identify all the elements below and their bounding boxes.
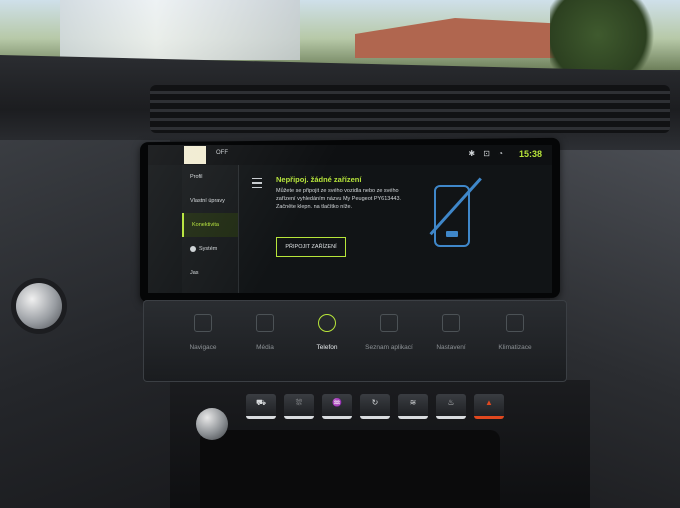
touchbar-item-label: Telefon xyxy=(316,344,338,351)
hazard-icon: ▲ xyxy=(485,398,493,407)
touchbar-item-climate[interactable]: Klimatizace xyxy=(485,314,545,351)
steering-column-knob xyxy=(16,283,62,329)
clock: 15:38 xyxy=(518,149,542,159)
connect-device-button[interactable]: PŘIPOJIT ZAŘÍZENÍ xyxy=(276,237,346,257)
message-title: Nepřipoj. žádné zařízení xyxy=(276,175,362,184)
gear-icon xyxy=(190,245,196,252)
touchbar-item-settings[interactable]: Nastavení xyxy=(421,314,481,351)
storage-tray xyxy=(200,430,500,508)
hamburger-menu-icon[interactable] xyxy=(252,178,262,188)
touchbar-item-label: Média xyxy=(256,344,274,351)
touchbar-item-phone[interactable]: Telefon xyxy=(297,314,357,351)
message-body: Můžete se připojit ze svého vozidla nebo… xyxy=(276,188,402,210)
settings-sidebar: Profil Vlastní úpravy Konektivita Systém… xyxy=(182,165,239,293)
tree xyxy=(550,0,670,70)
apps-icon xyxy=(380,314,398,332)
navigation-arrow-icon xyxy=(194,314,212,332)
sidebar-item-label: Vlastní úpravy xyxy=(190,198,225,204)
touchbar-item-media[interactable]: Média xyxy=(235,314,295,351)
touch-bar: Navigace Média Telefon Seznam aplikací N… xyxy=(143,300,567,382)
car-icon: ⛟ xyxy=(255,398,267,407)
heated-seat-icon: ♨ xyxy=(447,398,455,407)
hazard-button[interactable]: ▲ xyxy=(474,394,504,419)
infotainment-screen: OFF ✱ ⊡ ◔ 15:38 Profil Vlastní úpravy Ko… xyxy=(148,145,552,293)
sidebar-item-label: Konektivita xyxy=(192,222,219,228)
sidebar-item-label: Jas xyxy=(190,270,199,276)
touchbar-item-label: Nastavení xyxy=(436,344,466,351)
status-icons: ✱ ⊡ ◔ xyxy=(468,149,506,158)
recirculation-icon: ↻ xyxy=(371,398,379,407)
heated-seat-button[interactable]: ♨ xyxy=(436,394,466,419)
heated-window-icon: ≋ xyxy=(409,398,417,407)
sidebar-item-brightness[interactable]: Jas xyxy=(182,261,238,285)
sidebar-item-label: Profil xyxy=(190,174,203,180)
rear-defrost-icon: ⛆ xyxy=(295,398,303,407)
sidebar-item-connectivity[interactable]: Konektivita xyxy=(182,213,238,237)
recirculation-button[interactable]: ↻ xyxy=(360,394,390,419)
climate-icon xyxy=(506,314,524,332)
music-icon xyxy=(256,314,274,332)
sidebar-item-label: Systém xyxy=(199,246,218,252)
front-defrost-icon: ♒ xyxy=(332,398,342,407)
touchbar-item-label: Klimatizace xyxy=(498,344,532,351)
sidebar-item-system[interactable]: Systém xyxy=(182,237,238,261)
front-defrost-button[interactable]: ♒ xyxy=(322,394,352,419)
status-bar: OFF ✱ ⊡ ◔ 15:38 xyxy=(148,145,552,165)
air-vent xyxy=(150,85,670,133)
touchbar-item-apps[interactable]: Seznam aplikací xyxy=(359,314,419,351)
car-button[interactable]: ⛟ xyxy=(246,394,276,419)
sidebar-item-profile[interactable]: Profil xyxy=(182,165,238,189)
volume-knob[interactable] xyxy=(196,408,228,440)
heated-window-button[interactable]: ≋ xyxy=(398,394,428,419)
sidebar-item-customization[interactable]: Vlastní úpravy xyxy=(182,189,238,213)
status-off-label: OFF xyxy=(216,150,228,156)
glare-patch xyxy=(184,146,206,164)
touchbar-item-navigation[interactable]: Navigace xyxy=(173,314,233,351)
phone-icon xyxy=(318,314,336,332)
touchbar-item-label: Seznam aplikací xyxy=(365,344,413,351)
touchbar-item-label: Navigace xyxy=(189,344,217,351)
phone-button-icon xyxy=(446,231,458,237)
rear-defrost-button[interactable]: ⛆ xyxy=(284,394,314,419)
gear-icon xyxy=(442,314,460,332)
building-facade xyxy=(60,0,300,60)
